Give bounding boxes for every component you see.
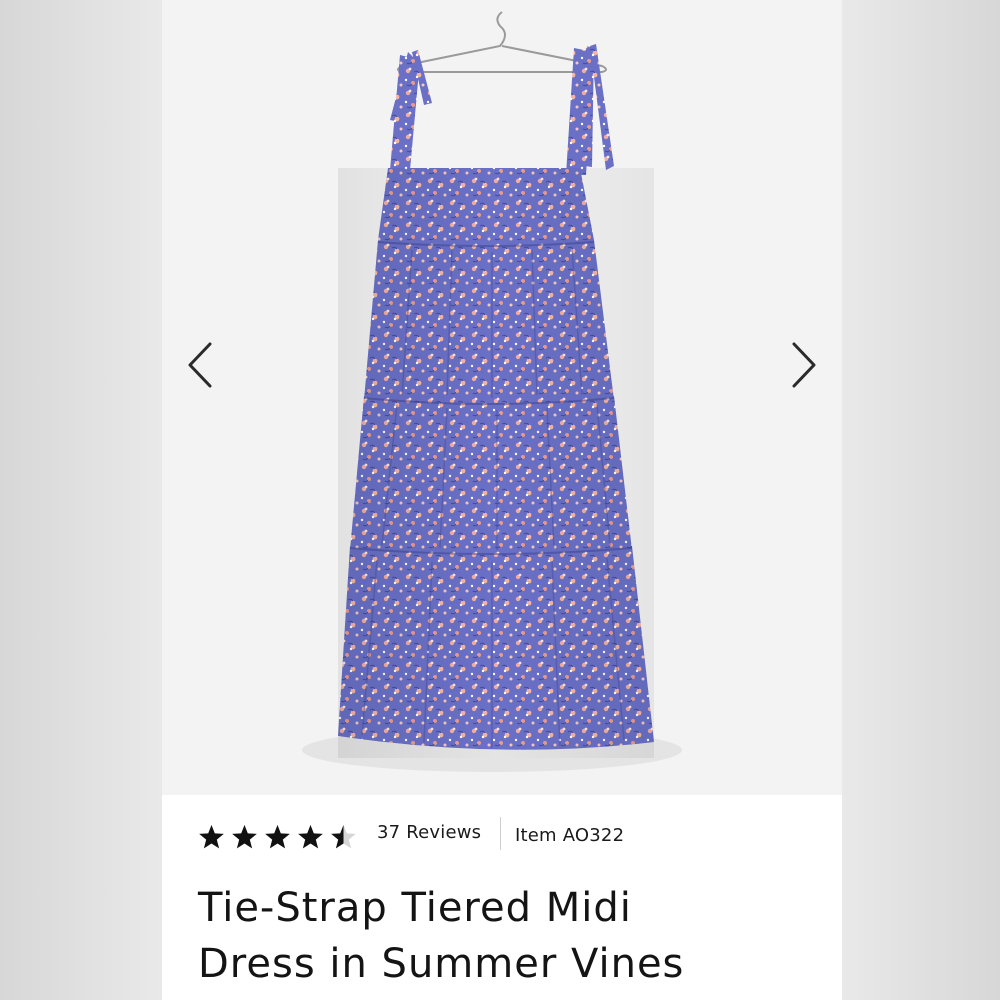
star-full-icon (265, 825, 290, 849)
right-background (842, 0, 1000, 1000)
product-title: Tie-Strap Tiered Midi Dress in Summer Vi… (198, 880, 818, 992)
stars (198, 824, 357, 850)
divider (500, 817, 501, 850)
dress-illustration (302, 11, 682, 772)
star-full-icon (232, 825, 257, 849)
reviews-link[interactable]: 37 Reviews (377, 822, 481, 843)
item-number: Item AO322 (515, 825, 625, 846)
product-image[interactable] (162, 0, 842, 795)
product-card (162, 0, 842, 1000)
star-full-icon (199, 825, 224, 849)
star-half-icon (331, 825, 356, 849)
product-title-line-2: Dress in Summer Vines (198, 941, 685, 987)
star-full-icon (298, 825, 323, 849)
star-rating[interactable] (198, 824, 357, 850)
product-title-line-1: Tie-Strap Tiered Midi (198, 885, 632, 931)
chevron-right-icon (792, 342, 816, 388)
left-background (0, 0, 162, 1000)
next-image-button[interactable] (780, 340, 828, 390)
chevron-left-icon (188, 342, 212, 388)
previous-image-button[interactable] (176, 340, 224, 390)
